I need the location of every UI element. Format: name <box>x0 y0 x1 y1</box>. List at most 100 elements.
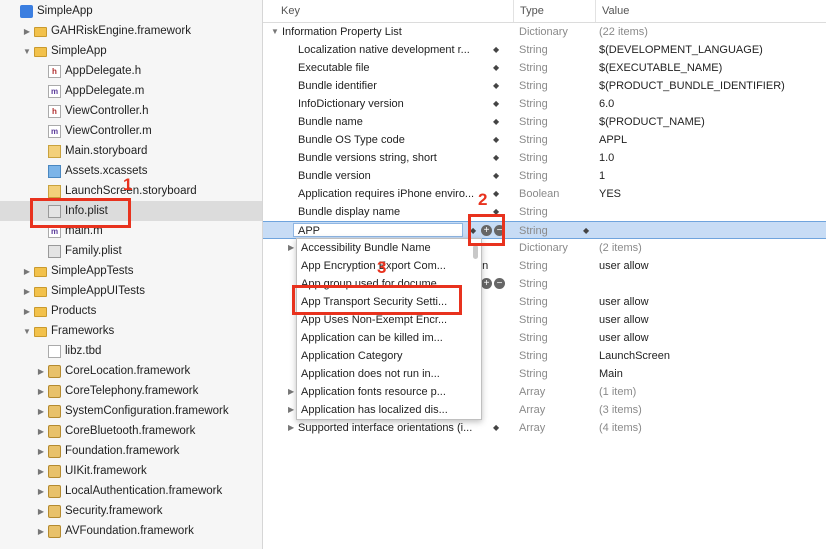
navigator-item[interactable]: SimpleApp <box>0 1 262 21</box>
dropdown-item[interactable]: Application has localized dis... <box>297 401 469 419</box>
navigator-item[interactable]: m AppDelegate.m <box>0 81 262 101</box>
disclosure-right-icon[interactable]: ▶ <box>288 419 294 437</box>
plist-key[interactable]: InfoDictionary version <box>298 95 498 113</box>
plist-value[interactable]: LaunchScreen <box>599 347 670 365</box>
disclosure-right-icon[interactable]: ▶ <box>36 507 46 516</box>
navigator-item[interactable]: libz.tbd <box>0 341 262 361</box>
navigator-item[interactable]: Family.plist <box>0 241 262 261</box>
plist-row[interactable]: Executable file ◆ String $(EXECUTABLE_NAME) <box>263 59 826 77</box>
disclosure-right-icon[interactable]: ▶ <box>36 447 46 456</box>
disclosure-right-icon[interactable]: ▶ <box>288 401 294 419</box>
plist-row[interactable]: InfoDictionary version ◆ String 6.0 <box>263 95 826 113</box>
plist-row[interactable]: Bundle versions string, short ◆ String 1.0 <box>263 149 826 167</box>
disclosure-right-icon[interactable]: ▶ <box>36 387 46 396</box>
plist-value[interactable]: 6.0 <box>599 95 614 113</box>
key-stepper-icon[interactable]: ◆ <box>493 185 499 203</box>
plist-type[interactable]: Dictionary <box>519 239 568 257</box>
plist-value[interactable]: (4 items) <box>599 419 642 437</box>
add-row-button[interactable]: + <box>481 278 492 289</box>
navigator-item[interactable]: h AppDelegate.h <box>0 61 262 81</box>
navigator-item[interactable]: ▶ SystemConfiguration.framework <box>0 401 262 421</box>
navigator-item[interactable]: ▶ SimpleAppUITests <box>0 281 262 301</box>
plist-value[interactable]: user allow <box>599 311 649 329</box>
dropdown-item[interactable]: Accessibility Bundle Name <box>297 239 469 257</box>
disclosure-right-icon[interactable]: ▶ <box>22 287 32 296</box>
plist-type[interactable]: Array <box>519 419 545 437</box>
key-stepper-icon[interactable]: ◆ <box>493 41 499 59</box>
plist-type[interactable]: String <box>519 347 548 365</box>
plist-type[interactable]: Dictionary <box>519 23 568 41</box>
plist-type[interactable]: String <box>519 149 548 167</box>
plist-type[interactable]: String <box>519 77 548 95</box>
disclosure-right-icon[interactable]: ▶ <box>36 367 46 376</box>
remove-row-button[interactable]: − <box>494 278 505 289</box>
plist-value[interactable]: APPL <box>599 131 627 149</box>
plist-value[interactable]: user allow <box>599 329 649 347</box>
navigator-item[interactable]: ▼ Frameworks <box>0 321 262 341</box>
disclosure-right-icon[interactable]: ▶ <box>22 307 32 316</box>
plist-type[interactable]: String <box>519 41 548 59</box>
navigator-item[interactable]: ▶ GAHRiskEngine.framework <box>0 21 262 41</box>
plist-type[interactable]: String <box>519 293 548 311</box>
navigator-item[interactable]: ▼ SimpleApp <box>0 41 262 61</box>
dropdown-item[interactable]: Application does not run in... <box>297 365 469 383</box>
plist-type[interactable]: Boolean <box>519 185 559 203</box>
navigator-item[interactable]: ▶ SimpleAppTests <box>0 261 262 281</box>
plist-value[interactable]: $(PRODUCT_NAME) <box>599 113 705 131</box>
plist-key[interactable]: Executable file <box>298 59 498 77</box>
key-stepper-icon[interactable]: ◆ <box>493 59 499 77</box>
plist-type[interactable]: String <box>519 275 548 293</box>
key-column-header[interactable]: Key <box>275 0 511 22</box>
plist-row[interactable]: Bundle identifier ◆ String $(PRODUCT_BUNDLE… <box>263 77 826 95</box>
plist-value[interactable]: user allow <box>599 293 649 311</box>
plist-key[interactable]: Information Property List <box>282 23 482 41</box>
plist-row[interactable]: ▼ Information Property List Dictionary (22 … <box>263 23 826 41</box>
navigator-item[interactable]: ▶ AVFoundation.framework <box>0 521 262 541</box>
disclosure-right-icon[interactable]: ▶ <box>36 427 46 436</box>
navigator-item[interactable]: ▶ Security.framework <box>0 501 262 521</box>
type-stepper-icon[interactable]: ◆ <box>583 222 589 240</box>
navigator-item[interactable]: Main.storyboard <box>0 141 262 161</box>
plist-row[interactable]: Localization native development r... ◆ Str… <box>263 41 826 59</box>
plist-type[interactable]: String <box>519 329 548 347</box>
disclosure-down-icon[interactable]: ▼ <box>271 23 279 41</box>
plist-row-editing[interactable]: APP ◆ + − String ◆ <box>263 221 826 239</box>
disclosure-right-icon[interactable]: ▶ <box>22 27 32 36</box>
dropdown-item[interactable]: Application fonts resource p... <box>297 383 469 401</box>
plist-value[interactable]: 1 <box>599 167 605 185</box>
plist-type[interactable]: String <box>519 59 548 77</box>
plist-key[interactable]: Application requires iPhone enviro... <box>298 185 498 203</box>
navigator-item[interactable]: ▶ CoreTelephony.framework <box>0 381 262 401</box>
plist-type[interactable]: String <box>519 113 548 131</box>
plist-key[interactable]: Bundle versions string, short <box>298 149 498 167</box>
navigator-item[interactable]: ▶ LocalAuthentication.framework <box>0 481 262 501</box>
disclosure-right-icon[interactable]: ▶ <box>288 383 294 401</box>
plist-row[interactable]: Bundle display name ◆ String <box>263 203 826 221</box>
plist-value[interactable]: Main <box>599 365 623 383</box>
key-autocomplete-dropdown[interactable]: Accessibility Bundle Name App Encryption … <box>296 238 482 420</box>
plist-key[interactable]: Supported interface orientations (i... <box>298 419 498 437</box>
plist-key[interactable]: Bundle version <box>298 167 498 185</box>
key-stepper-icon[interactable]: ◆ <box>493 77 499 95</box>
key-stepper-icon[interactable]: ◆ <box>493 95 499 113</box>
plist-value[interactable]: $(PRODUCT_BUNDLE_IDENTIFIER) <box>599 77 785 95</box>
plist-value[interactable]: (1 item) <box>599 383 636 401</box>
disclosure-right-icon[interactable]: ▶ <box>36 527 46 536</box>
plist-value[interactable]: 1.0 <box>599 149 614 167</box>
plist-key[interactable]: Bundle OS Type code <box>298 131 498 149</box>
key-stepper-icon[interactable]: ◆ <box>493 149 499 167</box>
plist-key[interactable]: Bundle name <box>298 113 498 131</box>
navigator-item[interactable]: h ViewController.h <box>0 101 262 121</box>
dropdown-item[interactable]: Application can be killed im... <box>297 329 469 347</box>
disclosure-down-icon[interactable]: ▼ <box>22 327 32 336</box>
disclosure-down-icon[interactable]: ▼ <box>22 47 32 56</box>
plist-row[interactable]: Bundle OS Type code ◆ String APPL <box>263 131 826 149</box>
disclosure-right-icon[interactable]: ▶ <box>36 487 46 496</box>
plist-value[interactable]: $(DEVELOPMENT_LANGUAGE) <box>599 41 763 59</box>
key-stepper-icon[interactable]: ◆ <box>493 419 499 437</box>
plist-type[interactable]: Array <box>519 401 545 419</box>
type-column-header[interactable]: Type <box>513 0 595 22</box>
navigator-item[interactable]: ▶ CoreLocation.framework <box>0 361 262 381</box>
disclosure-right-icon[interactable]: ▶ <box>36 467 46 476</box>
plist-type[interactable]: String <box>519 222 548 240</box>
